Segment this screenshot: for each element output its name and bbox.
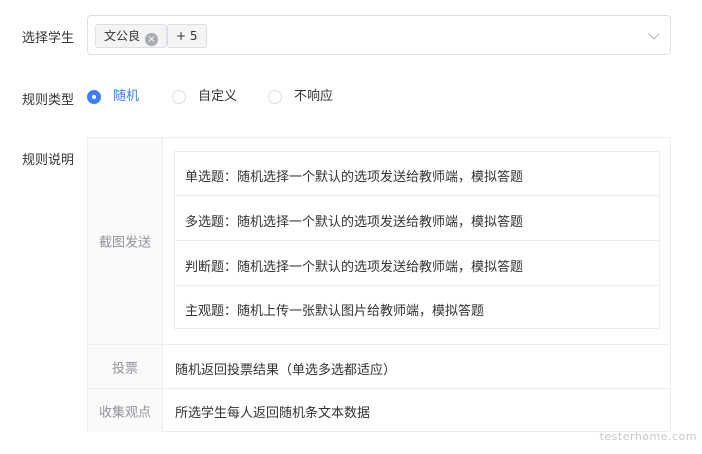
vote-value: 随机返回投票结果（单选多选都适应） (175, 363, 397, 378)
vote-label-cell: 投票 (88, 345, 163, 388)
tag-close-icon[interactable]: × (145, 33, 159, 46)
collect-value: 所选学生每人返回随机条文本数据 (175, 406, 371, 421)
divider (88, 388, 670, 389)
collect-label-cell: 收集观点 (88, 389, 163, 432)
screenshot-send-label-cell: 截图发送 (88, 138, 163, 344)
student-select[interactable]: 文公良 × + 5 (87, 15, 671, 55)
watermark: testerhome.com (599, 430, 697, 443)
more-students-tag: + 5 (167, 24, 207, 48)
student-tag-label: 文公良 (104, 29, 141, 43)
screenshot-send-label: 截图发送 (98, 235, 151, 251)
rule-text: 主观题：随机上传一张默认图片给教师端，模拟答题 (185, 304, 485, 319)
rule-desc-label: 规则说明 (22, 153, 75, 168)
radio-no-response-label[interactable]: 不响应 (294, 88, 333, 106)
list-item: 多选题：随机选择一个默认的选项发送给教师端，模拟答题 (175, 197, 659, 241)
list-item: 判断题：随机选择一个默认的选项发送给教师端，模拟答题 (175, 242, 659, 286)
list-item: 单选题：随机选择一个默认的选项发送给教师端，模拟答题 (175, 152, 659, 196)
vote-label: 投票 (111, 361, 138, 376)
student-tag: 文公良 × (95, 24, 168, 48)
select-students-label: 选择学生 (22, 31, 75, 46)
screenshot-rules-list: 单选题：随机选择一个默认的选项发送给教师端，模拟答题 多选题：随机选择一个默认的… (174, 151, 660, 329)
rule-text: 多选题：随机选择一个默认的选项发送给教师端，模拟答题 (185, 215, 524, 230)
more-students-count: + 5 (176, 29, 198, 43)
rule-type-label: 规则类型 (22, 93, 75, 108)
radio-random-label[interactable]: 随机 (113, 88, 139, 106)
rule-text: 单选题：随机选择一个默认的选项发送给教师端，模拟答题 (185, 170, 524, 185)
list-item: 主观题：随机上传一张默认图片给教师端，模拟答题 (175, 286, 659, 330)
radio-unchecked-icon[interactable] (172, 90, 186, 104)
chevron-down-icon[interactable] (648, 28, 660, 40)
divider (88, 344, 670, 345)
rule-text: 判断题：随机选择一个默认的选项发送给教师端，模拟答题 (185, 260, 524, 275)
radio-custom-label[interactable]: 自定义 (198, 88, 237, 106)
collect-label: 收集观点 (98, 405, 151, 420)
rules-table: 截图发送 单选题：随机选择一个默认的选项发送给教师端，模拟答题 多选题：随机选择… (87, 137, 671, 432)
radio-checked-icon[interactable] (87, 90, 101, 104)
radio-unchecked-icon[interactable] (268, 90, 282, 104)
